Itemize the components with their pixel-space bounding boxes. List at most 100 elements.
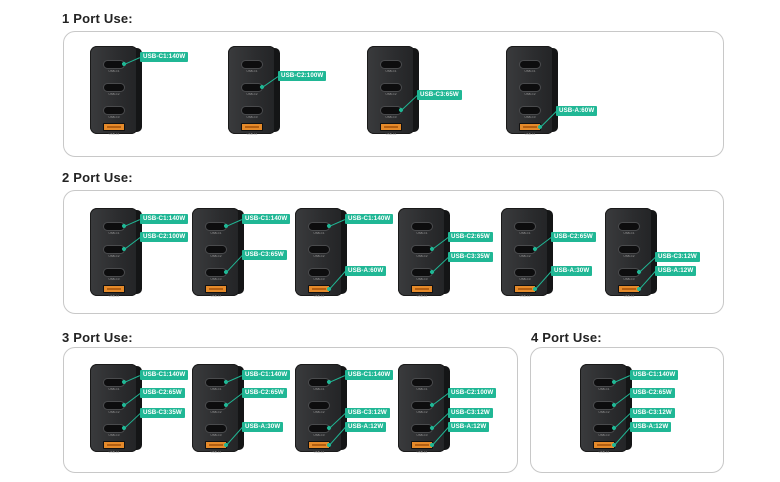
usb-a-port [411, 285, 433, 293]
port-marking: USB-C2 [313, 254, 325, 258]
port-marking: USB-C1 [210, 231, 222, 235]
usb-c-port [309, 268, 329, 276]
usb-c-port [381, 83, 401, 91]
charger-side [552, 48, 558, 132]
port-output-label: USB-C1:140W [140, 214, 189, 224]
port-marking: USB-C1 [524, 69, 536, 73]
port-output-label: USB-C3:35W [140, 408, 185, 418]
port-marking: USB-C1 [519, 231, 531, 235]
port-output-label: USB-C3:12W [655, 252, 700, 262]
port-marking: USB-C1 [313, 231, 325, 235]
port-marking: USB-C2 [210, 410, 222, 414]
port-output-label: USB-C1:140W [345, 370, 394, 380]
port-marking: USB-A1 [108, 132, 120, 136]
port-output-label: USB-A:12W [448, 422, 490, 432]
port-marking: USB-C3 [385, 115, 397, 119]
port-output-label: USB-C3:12W [630, 408, 675, 418]
usb-a-port [205, 285, 227, 293]
port-output-label: USB-C2:65W [242, 388, 287, 398]
port-marking: USB-C2 [416, 254, 428, 258]
port-marking: USB-C3 [108, 277, 120, 281]
port-marking: USB-C3 [246, 115, 258, 119]
port-marking: USB-C1 [313, 387, 325, 391]
section-heading-4-port: 4 Port Use: [531, 330, 602, 345]
port-marking: USB-A1 [313, 450, 325, 454]
usb-c-port [242, 106, 262, 114]
port-marking: USB-A1 [416, 450, 428, 454]
usb-a-port [103, 441, 125, 449]
port-output-label: USB-A:30W [242, 422, 284, 432]
charger-side [274, 48, 280, 132]
usb-c-port [619, 222, 639, 230]
port-marking: USB-C2 [416, 410, 428, 414]
port-output-label: USB-C2:65W [140, 388, 185, 398]
port-marking: USB-C2 [519, 254, 531, 258]
port-output-label: USB-C2:100W [278, 71, 327, 81]
usb-c-port [515, 268, 535, 276]
port-marking: USB-A1 [313, 294, 325, 298]
port-marking: USB-C2 [210, 254, 222, 258]
port-output-label: USB-C1:140W [242, 370, 291, 380]
port-marking: USB-C1 [598, 387, 610, 391]
port-output-label: USB-C2:100W [140, 232, 189, 242]
port-output-label: USB-C1:140W [140, 370, 189, 380]
charger: USB-C1 USB-C2 USB-C3 USB-A1 [501, 208, 553, 298]
usb-c-port [242, 60, 262, 68]
port-marking: USB-C2 [524, 92, 536, 96]
usb-c-port [412, 378, 432, 386]
section-heading-1-port: 1 Port Use: [62, 11, 133, 26]
usb-a-port [241, 123, 263, 131]
port-marking: USB-C1 [108, 231, 120, 235]
usb-c-port [104, 268, 124, 276]
port-output-label: USB-C3:35W [448, 252, 493, 262]
port-marking: USB-C2 [246, 92, 258, 96]
charger: USB-C1 USB-C2 USB-C3 USB-A1 [605, 208, 657, 298]
port-marking: USB-C3 [416, 277, 428, 281]
usb-c-port [104, 106, 124, 114]
port-output-label: USB-C1:140W [630, 370, 679, 380]
port-marking: USB-A1 [519, 294, 531, 298]
port-output-label: USB-A:60W [556, 106, 598, 116]
port-marking: USB-C1 [108, 387, 120, 391]
port-output-label: USB-A:12W [345, 422, 387, 432]
charger-side [547, 210, 553, 294]
port-marking: USB-A1 [210, 294, 222, 298]
port-marking: USB-C1 [385, 69, 397, 73]
usb-c-port [619, 245, 639, 253]
port-output-label: USB-C2:65W [551, 232, 596, 242]
section-heading-2-port: 2 Port Use: [62, 170, 133, 185]
port-output-label: USB-C2:100W [448, 388, 497, 398]
port-marking: USB-A1 [108, 450, 120, 454]
port-output-label: USB-C3:65W [417, 90, 462, 100]
port-marking: USB-A1 [598, 450, 610, 454]
port-output-label: USB-C2:65W [448, 232, 493, 242]
port-marking: USB-C2 [108, 410, 120, 414]
usb-c-port [104, 83, 124, 91]
port-marking: USB-A1 [524, 132, 536, 136]
usb-c-port [412, 222, 432, 230]
usb-c-port [309, 245, 329, 253]
port-marking: USB-C3 [108, 115, 120, 119]
port-output-label: USB-C1:140W [345, 214, 394, 224]
charger: USB-C1 USB-C2 USB-C3 USB-A1 [228, 46, 280, 136]
port-marking: USB-A1 [108, 294, 120, 298]
port-marking: USB-C3 [210, 277, 222, 281]
port-marking: USB-C1 [416, 387, 428, 391]
usb-c-port [520, 83, 540, 91]
section-heading-3-port: 3 Port Use: [62, 330, 133, 345]
usb-a-port [103, 285, 125, 293]
port-marking: USB-C1 [416, 231, 428, 235]
usb-a-port [103, 123, 125, 131]
port-output-label: USB-C3:12W [448, 408, 493, 418]
port-output-label: USB-A:12W [655, 266, 697, 276]
usb-c-port [206, 424, 226, 432]
port-marking: USB-C1 [210, 387, 222, 391]
port-marking: USB-C2 [598, 410, 610, 414]
charger: USB-C1 USB-C2 USB-C3 USB-A1 [398, 208, 450, 298]
port-marking: USB-C2 [313, 410, 325, 414]
charger: USB-C1 USB-C2 USB-C3 USB-A1 [398, 364, 450, 454]
charger: USB-C1 USB-C2 USB-C3 USB-A1 [506, 46, 558, 136]
port-marking: USB-A1 [210, 450, 222, 454]
port-output-label: USB-C3:12W [345, 408, 390, 418]
port-marking: USB-C1 [246, 69, 258, 73]
